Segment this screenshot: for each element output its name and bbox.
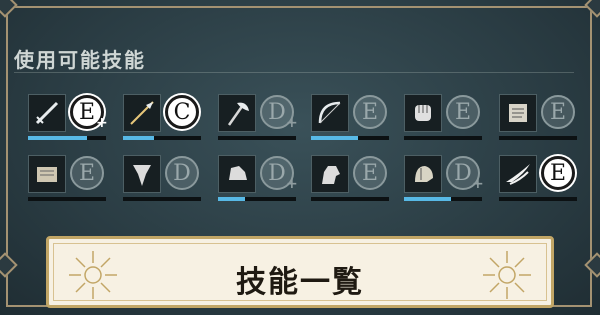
rank-plus-mark: + [286,115,298,131]
skill-entry[interactable]: E [499,94,581,150]
skill-icon-frame [28,155,66,193]
skill-icon-frame [404,94,442,132]
skill-progress-fill [218,197,246,201]
helmet-icon [415,166,433,182]
heavy-armor-icon [229,166,247,180]
skill-icon-frame [123,155,161,193]
skill-icon-frame [499,94,537,132]
sword-icon [35,101,59,125]
skill-progress-bar [311,197,389,201]
faith-tome-icon [37,167,57,182]
skill-icon-frame [218,155,256,193]
skill-entry[interactable]: E [28,155,110,211]
reason-tome-icon [509,104,527,122]
skill-icon-frame [218,94,256,132]
skill-rank-badge: E [541,95,575,129]
skill-progress-bar [28,136,106,140]
skill-progress-bar [218,136,296,140]
skill-entry[interactable]: E [311,94,393,150]
skill-entry[interactable]: D [123,155,205,211]
skill-rank-badge: C [165,95,199,129]
skill-entry[interactable]: D + [404,155,486,211]
skill-icon-frame [311,155,349,193]
bow-icon [318,101,341,124]
game-panel: 使用可能技能 E + C D + E E E E D D + E D + E 技能一覧 [0,0,600,315]
skill-progress-fill [404,197,451,201]
skill-progress-bar [499,197,577,201]
skill-progress-fill [123,136,155,140]
brawl-icon [415,105,431,121]
skill-icon-frame [123,94,161,132]
skill-rank-badge: E [446,95,480,129]
skill-rank-badge: E [541,156,575,190]
skill-progress-bar [404,197,482,201]
lance-icon [130,101,154,125]
skill-progress-fill [28,136,87,140]
title-banner: 技能一覧 [46,236,554,308]
skill-progress-bar [499,136,577,140]
skill-entry[interactable]: D + [218,155,300,211]
skill-icon-frame [404,155,442,193]
axe-icon [227,102,249,126]
skill-progress-bar [404,136,482,140]
skill-entry[interactable]: E [311,155,393,211]
skill-rank-badge: D [165,156,199,190]
skill-icon-frame [28,94,66,132]
skill-rank-badge: E [353,95,387,129]
skill-icon-frame [311,94,349,132]
skill-progress-bar [123,136,201,140]
skill-entry[interactable]: E [404,94,486,150]
skill-icon-frame [499,155,537,193]
skill-rank-badge: E [353,156,387,190]
skill-progress-bar [218,197,296,201]
skill-entry[interactable]: C [123,94,205,150]
banner-title: 技能一覧 [236,265,364,300]
skill-progress-bar [28,197,106,201]
section-title: 使用可能技能 [14,48,146,72]
sun-ornament-icon [483,251,531,299]
flying-wing-icon [506,164,530,185]
title-divider [14,72,574,73]
skill-progress-bar [123,197,201,201]
rank-plus-mark: + [286,176,298,192]
skill-progress-fill [311,136,358,140]
rank-plus-mark: + [472,176,484,192]
skill-rank-badge: E [70,156,104,190]
skill-entry[interactable]: D + [218,94,300,150]
riding-horse-icon [322,166,340,184]
skill-entry[interactable]: E [499,155,581,211]
skill-entry[interactable]: E + [28,94,110,150]
authority-banner-icon [133,165,151,186]
rank-plus-mark: + [96,115,108,131]
skill-progress-bar [311,136,389,140]
